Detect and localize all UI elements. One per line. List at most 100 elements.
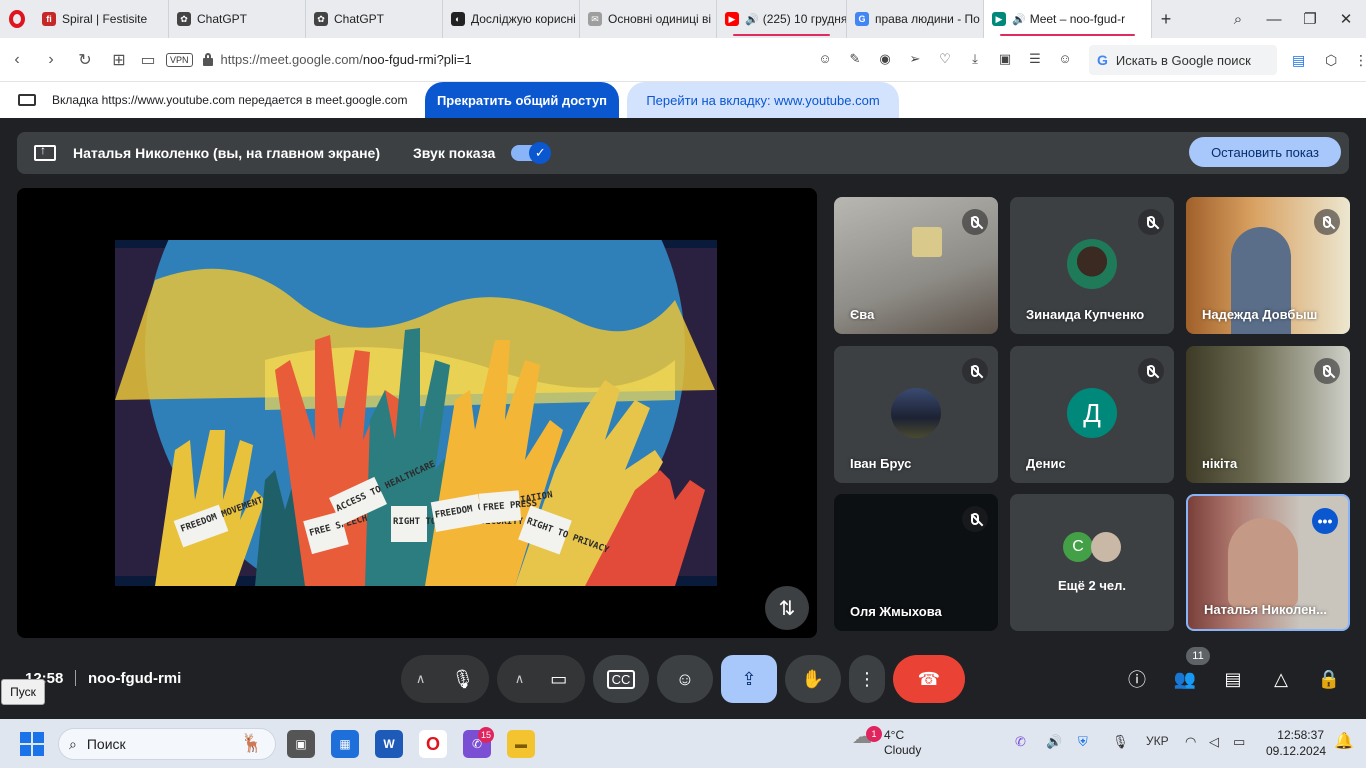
avatar	[891, 388, 941, 438]
audio-indicator	[1000, 34, 1135, 36]
go-to-tab-button[interactable]: Перейти на вкладку: www.youtube.com	[627, 82, 899, 118]
participant-name: Зинаида Купченко	[1026, 307, 1145, 322]
tab-chatgpt-1[interactable]: ✿ ChatGPT	[169, 0, 306, 38]
more-icon[interactable]: ⋮	[1354, 52, 1366, 69]
notifications-bell-icon[interactable]: 🔔	[1334, 731, 1354, 751]
address-bar-actions: ☺ ✎ ◉ ➢ ♡ ⤓ ▣ ☰ ☺	[812, 51, 1078, 67]
weather-badge: 1	[866, 726, 882, 742]
viber-badge: 15	[478, 727, 494, 743]
host-controls-icon[interactable]: 🔒	[1316, 667, 1342, 691]
participant-tile[interactable]: Єва	[834, 197, 998, 334]
people-icon[interactable]: 👥	[1172, 667, 1198, 691]
file-explorer-icon[interactable]: ▬	[507, 730, 535, 758]
language-indicator[interactable]: УКР	[1146, 734, 1169, 748]
participant-tile[interactable]: Зинаида Купченко	[1010, 197, 1174, 334]
heart-icon[interactable]: ♡	[932, 51, 958, 67]
tab-doslidzhuyu[interactable]: ◐ Досліджую корисні	[443, 0, 580, 38]
raise-hand-button[interactable]: ✋	[785, 655, 841, 703]
participant-tile[interactable]: Іван Брус	[834, 346, 998, 483]
more-participants-tile[interactable]: C Ещё 2 чел.	[1010, 494, 1174, 631]
reactions-button[interactable]: ☺	[657, 655, 713, 703]
leave-call-button[interactable]: ☎	[893, 655, 965, 703]
camera-icon[interactable]: ▭	[550, 669, 567, 690]
edit-icon[interactable]: ✎	[842, 51, 868, 67]
lock-icon[interactable]	[202, 52, 213, 66]
presentation-sound-toggle[interactable]: ✓	[511, 142, 552, 164]
emoji-icon[interactable]: ☺	[812, 51, 838, 67]
forward-icon[interactable]: ›	[34, 51, 68, 69]
microphone-tray-icon[interactable]: 🎙	[1112, 734, 1129, 750]
snapshot-icon[interactable]: ◉	[872, 51, 898, 67]
battery-icon[interactable]: ▭	[1233, 734, 1245, 750]
tab-meet[interactable]: ▶ 🔊 Meet – noo-fgud-r	[984, 0, 1152, 38]
task-view-icon[interactable]: ▣	[287, 730, 315, 758]
participant-name: Оля Жмыхова	[850, 604, 942, 619]
self-view-tile[interactable]: ••• Наталья Николен...	[1186, 494, 1350, 631]
windows-start-icon[interactable]	[20, 732, 44, 756]
activities-icon[interactable]: △	[1268, 667, 1294, 691]
chat-icon[interactable]: ▤	[1220, 667, 1246, 691]
more-options-button[interactable]: ⋮	[849, 655, 885, 703]
taskbar-clock[interactable]: 12:58:37 09.12.2024	[1266, 727, 1326, 759]
minimize-icon[interactable]: —	[1256, 11, 1292, 28]
profile-icon[interactable]: ☺	[1052, 51, 1078, 67]
store-icon[interactable]: ▦	[331, 730, 359, 758]
apps-grid-icon[interactable]: ⊞	[102, 50, 136, 70]
security-tray-icon[interactable]: ⛨	[1078, 734, 1088, 750]
back-icon[interactable]: ‹	[0, 51, 34, 69]
volume-icon[interactable]: ◁	[1209, 734, 1219, 750]
word-icon[interactable]: W	[375, 730, 403, 758]
participant-tile[interactable]: нікіта	[1186, 346, 1350, 483]
reload-icon[interactable]: ↻	[68, 50, 102, 70]
tab-title: Основні одиниці ві	[608, 12, 711, 26]
camera-icon[interactable]: ▭	[136, 50, 160, 70]
menu-icon[interactable]: ☰	[1022, 51, 1048, 67]
tab-spiral-festisite[interactable]: fi Spiral | Festisite	[34, 0, 169, 38]
wifi-icon[interactable]: ◠	[1185, 734, 1196, 750]
download-icon[interactable]: ⤓	[962, 51, 988, 67]
present-now-button[interactable]: ⇪	[721, 655, 777, 703]
swap-layout-button[interactable]: ⇅	[765, 586, 809, 630]
video-options-icon[interactable]: ∧	[515, 671, 525, 687]
participant-tile[interactable]: Д Денис	[1010, 346, 1174, 483]
captions-icon: CC	[606, 669, 636, 689]
opera-menu-icon[interactable]	[0, 0, 34, 38]
taskbar-search[interactable]: ⌕ Поиск 🦌	[58, 728, 276, 760]
viber-tray-icon[interactable]: ✆	[1015, 734, 1026, 750]
meeting-details-icon[interactable]: ⓘ	[1124, 667, 1150, 691]
meeting-code: noo-fgud-rmi	[88, 670, 182, 687]
tab-title: права людини - По	[875, 12, 980, 26]
audio-indicator	[733, 34, 830, 36]
new-tab-button[interactable]: +	[1152, 9, 1180, 30]
volume-tray-icon[interactable]: 🔊	[1046, 734, 1062, 750]
maximize-icon[interactable]: ❐	[1292, 10, 1328, 28]
stop-sharing-button[interactable]: Прекратить общий доступ	[425, 82, 619, 118]
participant-tile[interactable]: Оля Жмыхова	[834, 494, 998, 631]
vpn-badge[interactable]: VPN	[166, 52, 193, 67]
url-field[interactable]: https://meet.google.com/noo-fgud-rmi?pli…	[221, 52, 801, 67]
document-icon: ✉	[588, 12, 602, 26]
media-icon[interactable]: ▣	[992, 51, 1018, 67]
tab-chatgpt-2[interactable]: ✿ ChatGPT	[306, 0, 443, 38]
audio-options-icon[interactable]: ∧	[416, 671, 426, 687]
stop-presenting-button[interactable]: Остановить показ	[1189, 137, 1341, 167]
google-search-box[interactable]: G Искать в Google поиск	[1089, 45, 1277, 75]
tab-youtube[interactable]: ▶ 🔊 (225) 10 грудня	[717, 0, 847, 38]
sidebar-icon[interactable]: ▤	[1292, 52, 1305, 69]
send-icon[interactable]: ➢	[902, 51, 928, 67]
weather-widget[interactable]: ☁ 1 4°C Cloudy	[852, 726, 921, 758]
captions-button[interactable]: CC	[593, 655, 649, 703]
microphone-icon[interactable]: 🎙	[451, 669, 474, 690]
microphone-control: ∧ 🎙	[401, 655, 489, 703]
more-options-icon[interactable]: •••	[1312, 508, 1338, 534]
avatar: Д	[1067, 388, 1117, 438]
tab-prava-lyudyny[interactable]: G права людини - По	[847, 0, 984, 38]
participant-tile[interactable]: Надежда Довбыш	[1186, 197, 1350, 334]
extensions-icon[interactable]: ⬡	[1325, 52, 1337, 69]
opera-icon[interactable]: O	[419, 730, 447, 758]
tab-osnovni-odynytsi[interactable]: ✉ Основні одиниці ві	[580, 0, 717, 38]
close-icon[interactable]: ✕	[1328, 10, 1364, 28]
tab-title: Meet – noo-fgud-r	[1029, 12, 1126, 26]
tab-title: (225) 10 грудня	[762, 12, 847, 26]
search-tabs-icon[interactable]: ⌕	[1220, 11, 1256, 28]
